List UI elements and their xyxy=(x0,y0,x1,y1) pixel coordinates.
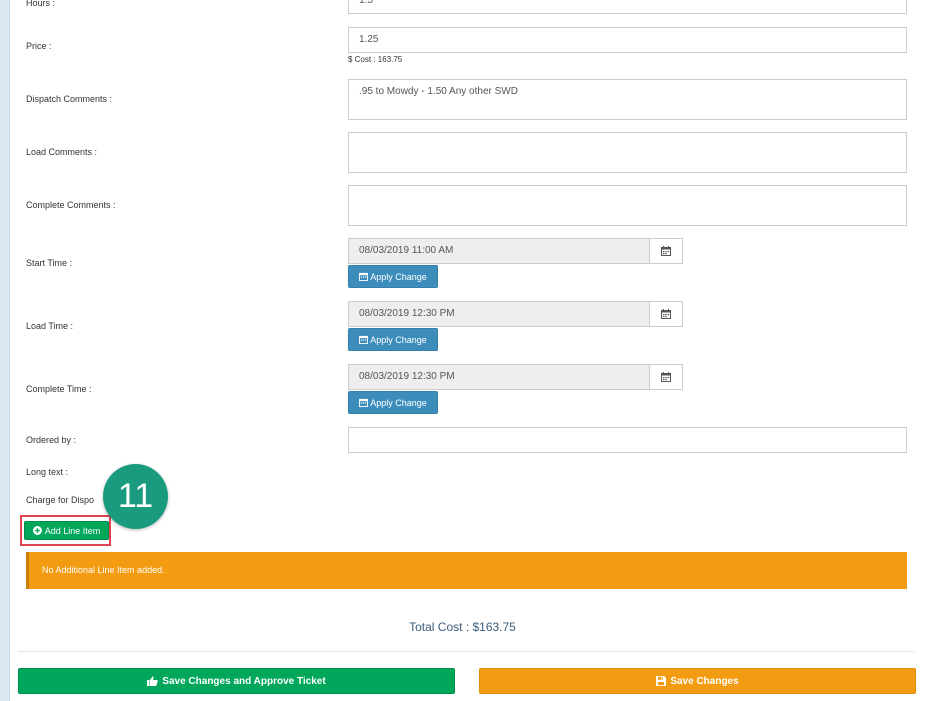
save-and-approve-label: Save Changes and Approve Ticket xyxy=(162,675,326,687)
load-comments-label: Load Comments : xyxy=(26,147,98,157)
step-badge: 11 xyxy=(103,464,168,529)
start-time-picker: 08/03/2019 11:00 AM xyxy=(348,238,683,264)
load-time-picker: 08/03/2019 12:30 PM xyxy=(348,301,683,327)
price-label: Price : xyxy=(26,41,52,51)
ordered-by-input[interactable] xyxy=(348,427,907,453)
calendar-icon xyxy=(359,398,369,407)
start-time-input[interactable]: 08/03/2019 11:00 AM xyxy=(348,238,649,264)
load-time-label: Load Time : xyxy=(26,321,74,331)
dispatch-comments-label: Dispatch Comments : xyxy=(26,94,113,104)
hours-input[interactable]: 1.5 xyxy=(348,0,907,14)
apply-change-label: Apply Change xyxy=(370,397,427,408)
apply-change-complete-button[interactable]: Apply Change xyxy=(348,391,438,414)
price-input[interactable]: 1.25 xyxy=(348,27,907,53)
dispatch-comments-textarea[interactable]: .95 to Mowdy - 1.50 Any other SWD xyxy=(348,79,907,120)
left-sidebar-edge xyxy=(0,0,10,701)
plus-circle-icon xyxy=(32,526,42,535)
start-time-label: Start Time : xyxy=(26,258,73,268)
complete-time-label: Complete Time : xyxy=(26,384,92,394)
add-line-item-button[interactable]: Add Line Item xyxy=(24,521,109,540)
ordered-by-label: Ordered by : xyxy=(26,435,77,445)
calendar-icon[interactable] xyxy=(649,301,683,327)
add-line-item-highlight: Add Line Item xyxy=(20,515,111,546)
calendar-icon[interactable] xyxy=(649,364,683,390)
save-and-approve-button[interactable]: Save Changes and Approve Ticket xyxy=(18,668,455,694)
no-line-items-alert: No Additional Line Item added. xyxy=(26,552,907,589)
save-changes-button[interactable]: Save Changes xyxy=(479,668,916,694)
apply-change-start-button[interactable]: Apply Change xyxy=(348,265,438,288)
complete-comments-textarea[interactable] xyxy=(348,185,907,226)
hours-label: Hours : xyxy=(26,0,56,8)
complete-time-input[interactable]: 08/03/2019 12:30 PM xyxy=(348,364,649,390)
add-line-item-label: Add Line Item xyxy=(44,525,101,536)
apply-change-label: Apply Change xyxy=(370,334,427,345)
calendar-icon[interactable] xyxy=(649,238,683,264)
save-changes-label: Save Changes xyxy=(670,675,739,687)
complete-comments-label: Complete Comments : xyxy=(26,200,116,210)
load-comments-textarea[interactable] xyxy=(348,132,907,173)
calendar-icon xyxy=(359,335,369,344)
thumbs-up-icon xyxy=(147,676,159,686)
divider xyxy=(18,651,915,652)
calendar-icon xyxy=(359,272,369,281)
complete-time-picker: 08/03/2019 12:30 PM xyxy=(348,364,683,390)
charge-for-disposal-label: Charge for Dispo xyxy=(26,495,95,505)
long-text-label: Long text : xyxy=(26,467,69,477)
total-cost: Total Cost : $163.75 xyxy=(409,620,516,634)
apply-change-label: Apply Change xyxy=(370,271,427,282)
cost-text: $ Cost : 163.75 xyxy=(348,55,403,64)
floppy-disk-icon xyxy=(656,676,667,686)
load-time-input[interactable]: 08/03/2019 12:30 PM xyxy=(348,301,649,327)
apply-change-load-button[interactable]: Apply Change xyxy=(348,328,438,351)
ticket-form: Hours : 1.5 Price : 1.25 $ Cost : 163.75… xyxy=(10,0,925,701)
